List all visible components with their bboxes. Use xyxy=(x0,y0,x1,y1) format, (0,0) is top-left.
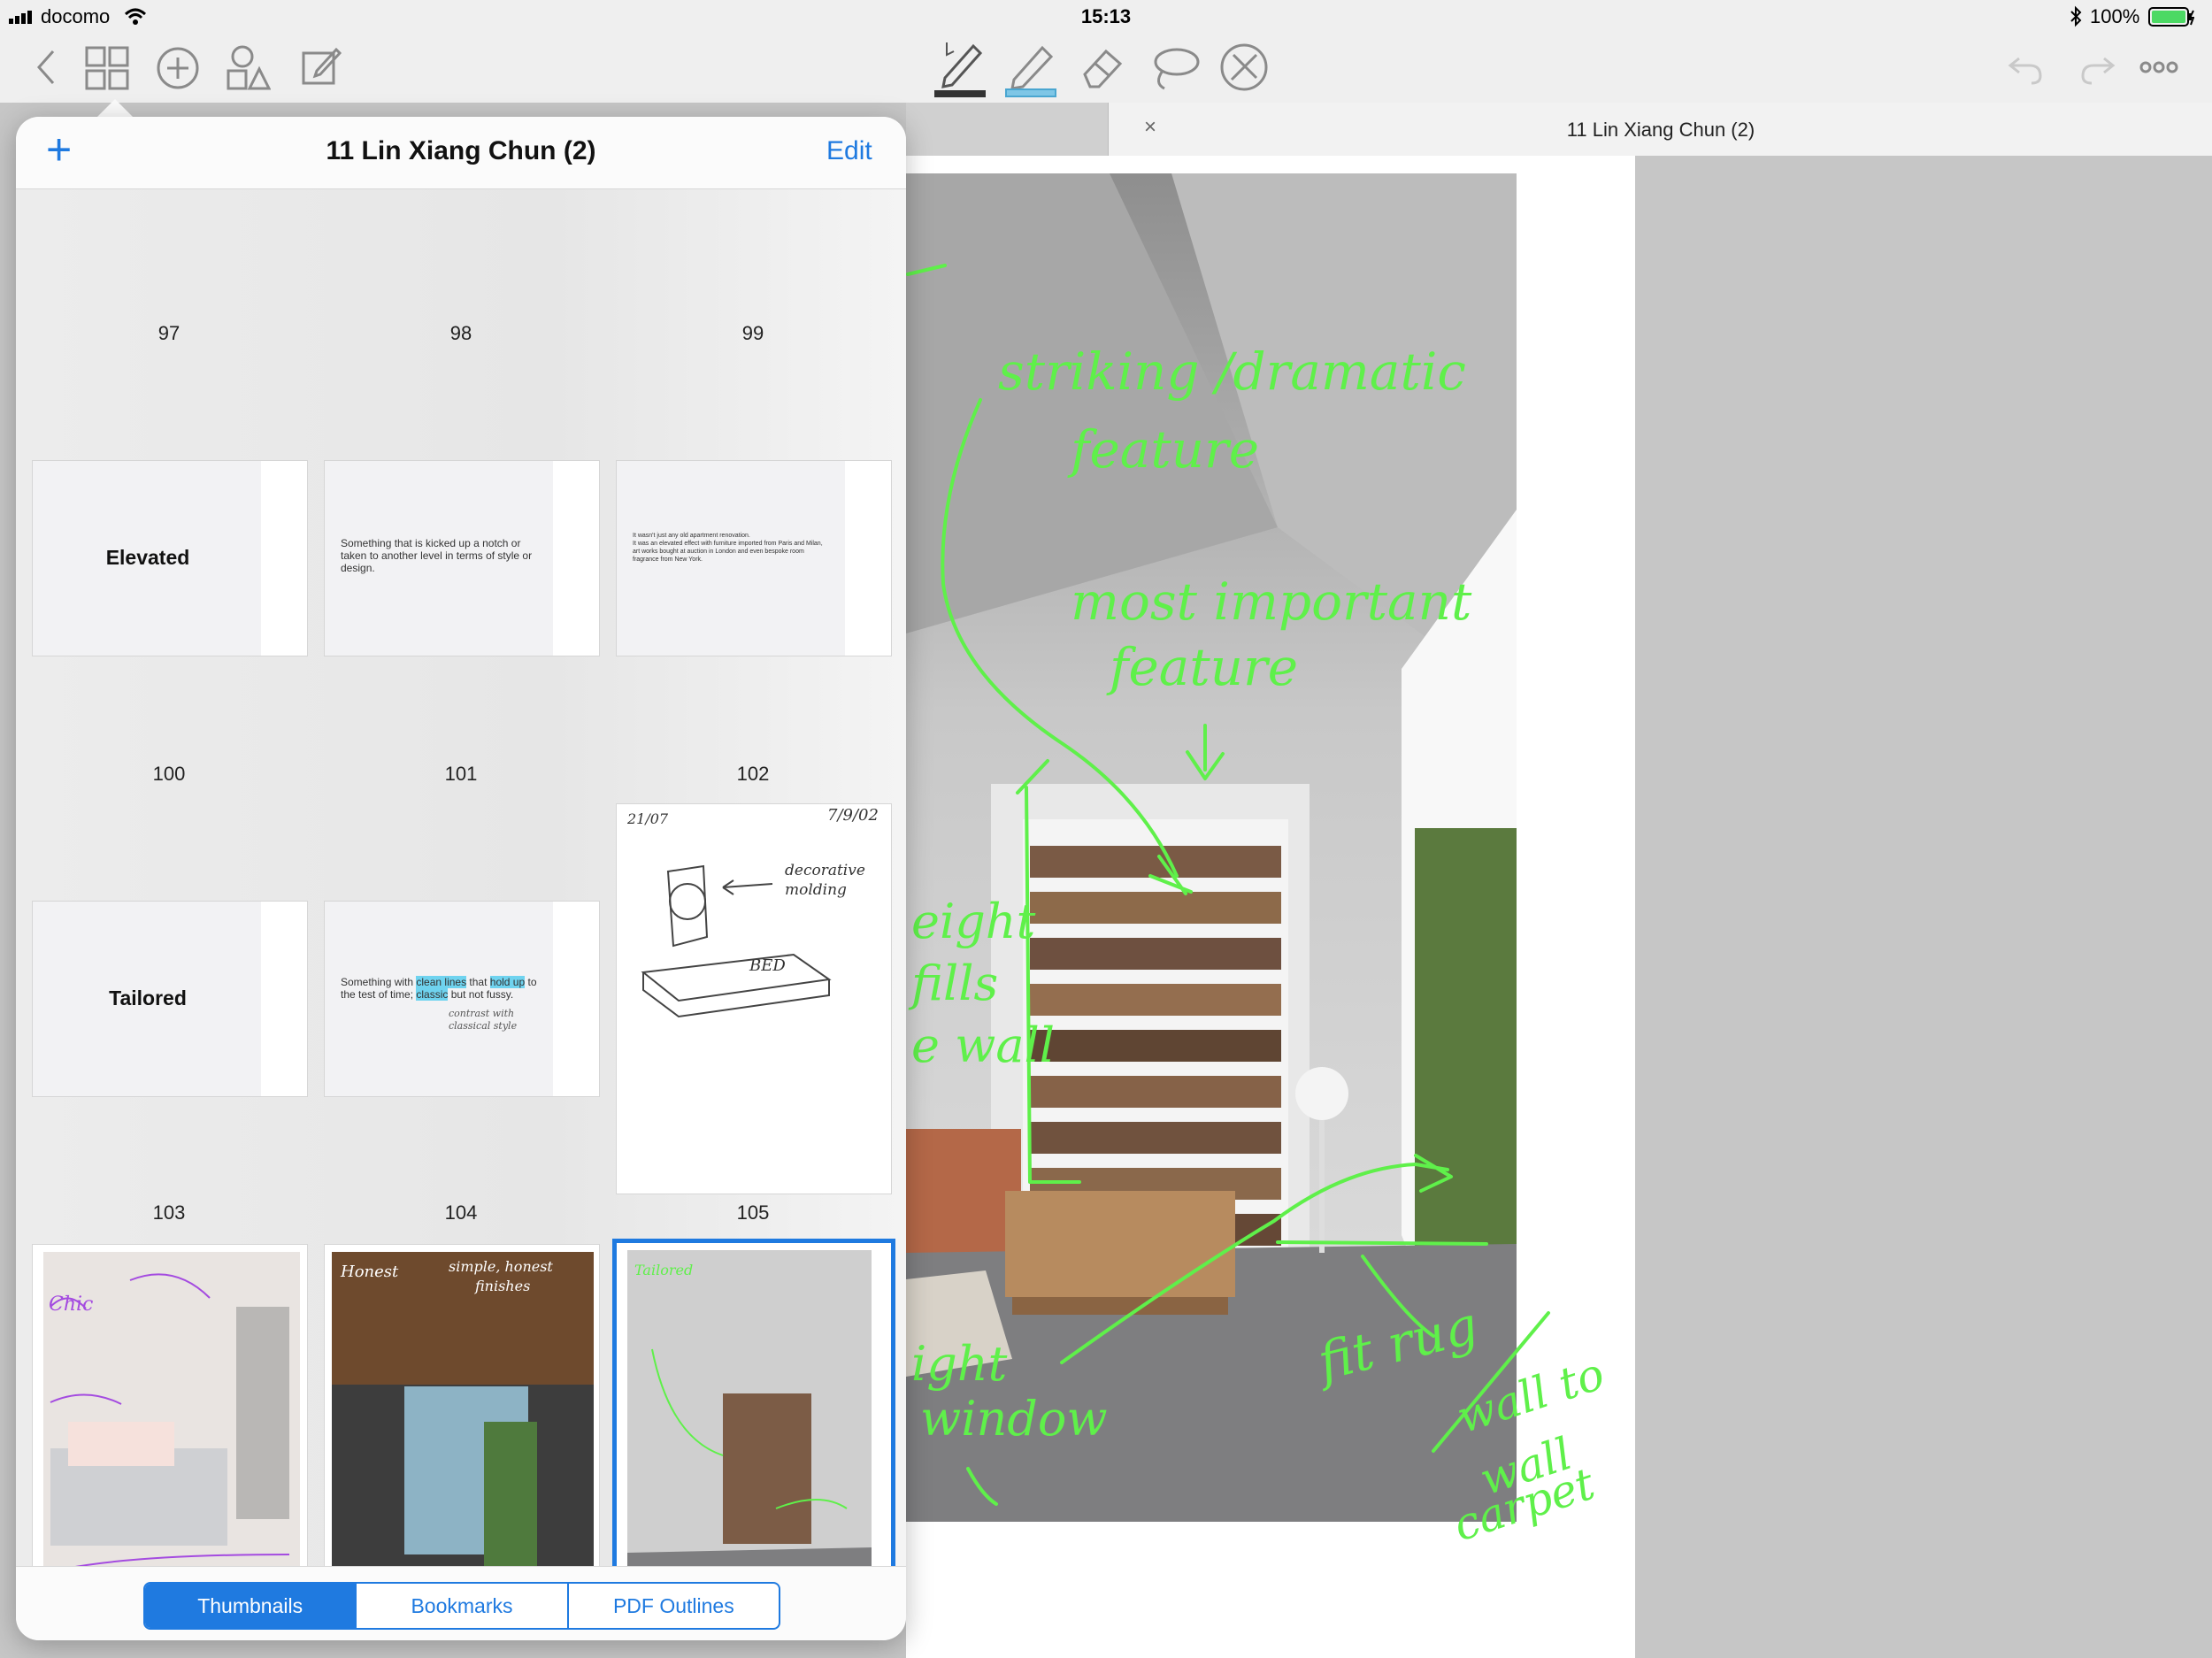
page-thumbnail[interactable]: Elevated xyxy=(32,460,308,656)
thumb-text: Something with xyxy=(341,976,417,988)
page-label: 104 xyxy=(444,1201,478,1224)
lasso-tool-icon[interactable] xyxy=(1148,44,1202,98)
back-chevron-icon[interactable] xyxy=(34,48,58,91)
thumb-text-line: fragrance from New York. xyxy=(633,557,703,563)
thumb-note-tailored: Tailored xyxy=(634,1262,693,1278)
page-thumbnail[interactable]: 21/07 7/9/02 decorative molding BED xyxy=(616,803,892,1194)
page-label: 100 xyxy=(152,763,186,785)
page-label: 103 xyxy=(152,1201,186,1224)
more-icon[interactable] xyxy=(2139,60,2178,79)
add-circle-icon[interactable] xyxy=(156,46,200,95)
undo-icon[interactable] xyxy=(2007,48,2046,91)
interior-photo xyxy=(906,173,1517,1522)
bluetooth-icon xyxy=(2069,5,2083,33)
library-thumbnail-image: Tailored xyxy=(627,1250,872,1604)
status-bar: docomo 15:13 100% xyxy=(0,0,2212,35)
page-margin xyxy=(261,902,307,1096)
page-label: 101 xyxy=(444,763,478,785)
page-margin xyxy=(261,461,307,656)
page-label: 98 xyxy=(449,322,472,344)
atrium-thumbnail-image: Honest simple, honest finishes = dynamic… xyxy=(332,1252,594,1613)
panel-header: + 11 Lin Xiang Chun (2) Edit xyxy=(16,117,906,189)
signal-icon xyxy=(9,10,39,28)
page-thumbnail[interactable]: Something that is kicked up a notch or t… xyxy=(324,460,600,656)
bed-sketch xyxy=(641,864,832,1018)
highlighter-color-bar xyxy=(1005,88,1056,97)
tab-title: 11 Lin Xiang Chun (2) xyxy=(1566,119,1755,141)
thumb-text-line: art works bought at auction in London an… xyxy=(633,549,804,555)
thumb-definition: Something that is kicked up a notch or t… xyxy=(341,537,533,574)
segment-pdf-outlines[interactable]: PDF Outlines xyxy=(569,1584,779,1628)
thumbnail-grid: 97 98 99 Elevated Something that is kick… xyxy=(16,189,906,1624)
popover-arrow xyxy=(96,99,134,119)
page-label: 105 xyxy=(736,1201,770,1224)
thumb-text-line: It was an elevated effect with furniture… xyxy=(633,541,823,547)
thumb-text: that xyxy=(466,976,490,988)
thumb-definition: Something with clean lines that hold up … xyxy=(341,976,553,1001)
page-margin xyxy=(553,902,599,1096)
thumbnails-panel: + 11 Lin Xiang Chun (2) Edit 97 98 99 El… xyxy=(16,117,906,1640)
page-thumbnail[interactable]: Tailored xyxy=(32,901,308,1097)
toolbar xyxy=(0,35,2212,103)
redo-icon[interactable] xyxy=(2078,48,2116,91)
bedroom-thumbnail-image: Chic key feature xyxy=(40,1252,300,1614)
edit-button[interactable]: Edit xyxy=(826,136,872,166)
battery-icon xyxy=(2148,7,2195,31)
tab-inactive[interactable] xyxy=(906,103,1108,156)
thumb-heading: Tailored xyxy=(109,986,187,1009)
page-thumbnail[interactable]: Something with clean lines that hold up … xyxy=(324,901,600,1097)
page-thumbnail[interactable]: Honest simple, honest finishes = dynamic… xyxy=(324,1244,600,1619)
thumb-text-line: It wasn't just any old apartment renovat… xyxy=(633,533,750,539)
thumb-text: but not fussy. xyxy=(448,988,514,1001)
page-label: 102 xyxy=(736,763,770,785)
thumb-highlight: clean lines xyxy=(416,976,467,988)
wifi-icon xyxy=(124,7,147,31)
laser-pointer-icon[interactable] xyxy=(1219,42,1269,96)
pen-color-bar xyxy=(934,90,986,97)
edit-note-icon[interactable] xyxy=(301,46,342,91)
tab-active[interactable]: × 11 Lin Xiang Chun (2) xyxy=(1108,103,2212,156)
document-tab-bar: × 11 Lin Xiang Chun (2) xyxy=(906,103,2212,156)
segment-bookmarks[interactable]: Bookmarks xyxy=(357,1584,569,1628)
thumb-heading: Elevated xyxy=(105,546,190,569)
thumb-handwriting: contrast with classical style xyxy=(449,1008,518,1032)
thumbnails-grid-icon[interactable] xyxy=(85,46,129,95)
clock: 15:13 xyxy=(1080,5,1132,27)
page-thumbnail[interactable]: It wasn't just any old apartment renovat… xyxy=(616,460,892,656)
eraser-tool-icon[interactable] xyxy=(1078,42,1127,96)
thumb-note-simple: simple, honest xyxy=(449,1258,553,1275)
thumb-highlight: classic xyxy=(416,988,449,1001)
thumb-highlight: hold up xyxy=(489,976,526,988)
thumb-note-finishes: finishes xyxy=(474,1278,530,1294)
shapes-icon[interactable] xyxy=(225,44,272,95)
page-margin xyxy=(553,461,599,656)
thumb-note-chic: Chic xyxy=(49,1293,93,1316)
panel-title: 11 Lin Xiang Chun (2) xyxy=(326,136,596,165)
page-label: 97 xyxy=(157,322,180,344)
page-thumbnail[interactable]: Chic key feature xyxy=(32,1244,308,1619)
segment-thumbnails[interactable]: Thumbnails xyxy=(145,1584,357,1628)
thumb-note-honest: Honest xyxy=(340,1263,399,1281)
page-label: 99 xyxy=(741,322,764,344)
battery-percent: 100% xyxy=(2090,5,2140,27)
books xyxy=(1030,846,1281,1246)
panel-segmented-control: Thumbnails Bookmarks PDF Outlines xyxy=(143,1582,780,1630)
carrier-name: docomo xyxy=(41,5,111,27)
